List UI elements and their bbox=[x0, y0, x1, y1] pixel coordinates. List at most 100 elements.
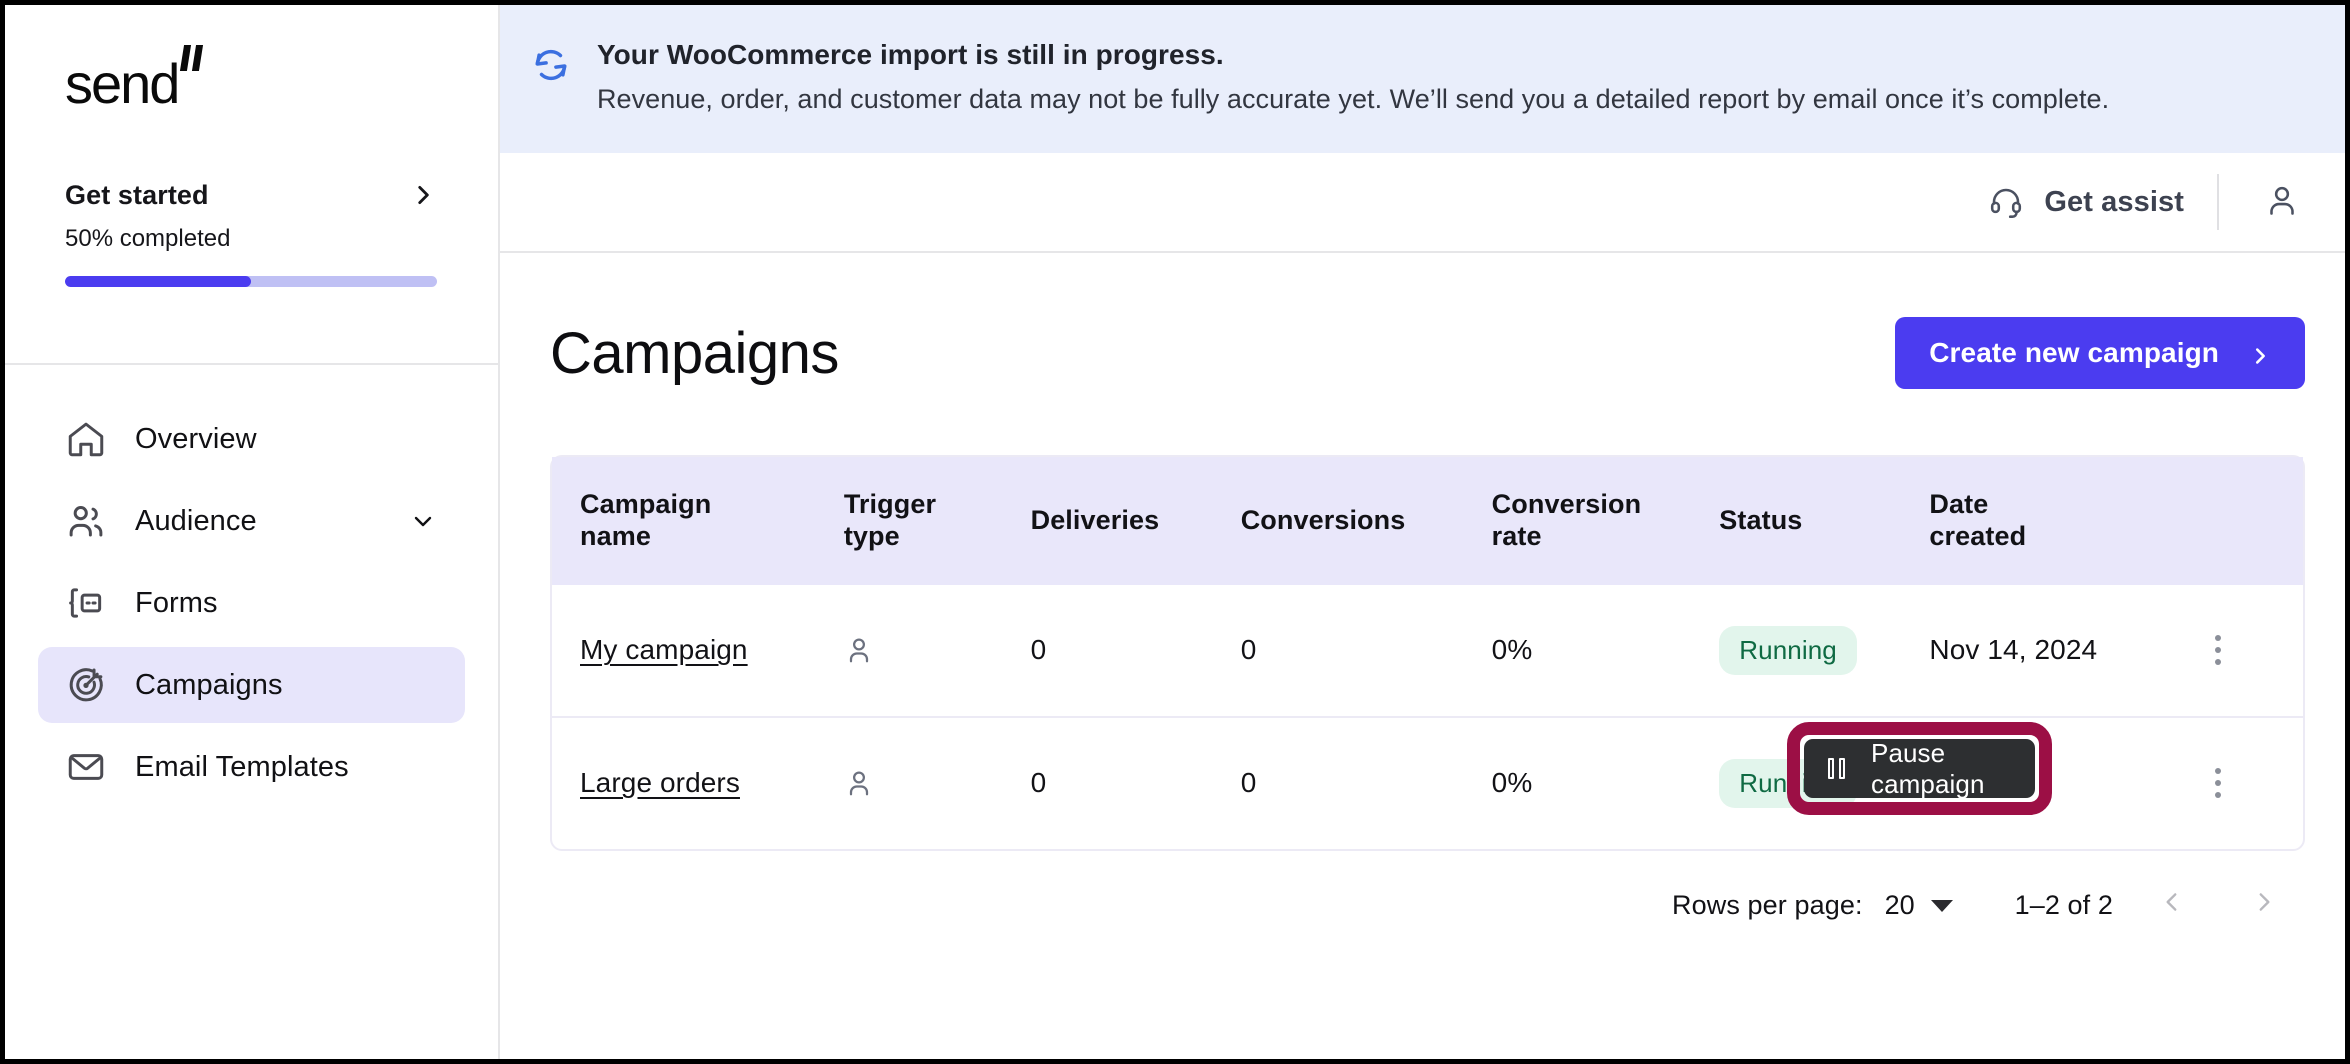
account-button[interactable] bbox=[2219, 182, 2345, 223]
cell-campaign-name: Large orders bbox=[552, 715, 844, 849]
campaigns-table-card: Campaign name Trigger type Deliveries Co… bbox=[550, 455, 2305, 851]
get-started-title: Get started bbox=[65, 180, 209, 210]
sidebar: send Get started 50% completed Overview bbox=[5, 5, 500, 1059]
chevron-right-icon bbox=[2249, 342, 2271, 364]
cell-actions bbox=[2197, 715, 2303, 849]
cell-conversion-rate: 0% bbox=[1491, 715, 1720, 849]
get-started-panel[interactable]: Get started 50% completed bbox=[5, 180, 498, 365]
headset-icon bbox=[1988, 184, 2024, 220]
column-header-line2: type bbox=[843, 520, 900, 551]
brand-logo[interactable]: send bbox=[5, 5, 498, 180]
column-header-line1: Campaign bbox=[580, 489, 712, 519]
page-content: Campaigns Create new campaign Campaign n… bbox=[500, 253, 2345, 1059]
envelope-icon bbox=[65, 746, 107, 788]
column-header-date-created: Date created bbox=[1929, 457, 2197, 585]
pause-campaign-button[interactable]: Pause campaign bbox=[1804, 737, 2035, 799]
cell-conversion-rate: 0% bbox=[1491, 634, 1533, 666]
campaign-name-link[interactable]: My campaign bbox=[580, 634, 748, 665]
sidebar-item-overview[interactable]: Overview bbox=[38, 401, 465, 477]
table-row: My campaign 0 0 0% Running Nov 14, 2024 bbox=[552, 585, 2303, 717]
sidebar-item-label: Overview bbox=[135, 422, 257, 455]
create-new-campaign-label: Create new campaign bbox=[1929, 337, 2219, 368]
brand-logo-marks-icon bbox=[180, 45, 204, 71]
app-window: send Get started 50% completed Overview bbox=[5, 5, 2345, 1059]
kebab-menu-icon[interactable] bbox=[2198, 630, 2238, 670]
column-header-line2: created bbox=[1929, 520, 2027, 551]
person-icon bbox=[844, 768, 874, 798]
column-header-conversions: Conversions bbox=[1241, 457, 1492, 585]
campaigns-table: Campaign name Trigger type Deliveries Co… bbox=[552, 457, 2303, 849]
chevron-left-icon bbox=[2159, 889, 2185, 922]
column-header-line2: rate bbox=[1491, 520, 1542, 551]
table-body: My campaign 0 0 0% Running Nov 14, 2024 … bbox=[552, 585, 2303, 849]
sidebar-item-label: Email Templates bbox=[135, 750, 349, 783]
page-header: Campaigns Create new campaign bbox=[550, 298, 2305, 408]
get-started-progress-bar bbox=[65, 276, 437, 287]
cell-campaign-name: My campaign bbox=[552, 585, 844, 717]
cell-deliveries: 0 bbox=[1030, 634, 1047, 666]
table-header: Campaign name Trigger type Deliveries Co… bbox=[552, 457, 2303, 585]
get-started-progress-text: 50% completed bbox=[65, 225, 231, 252]
cell-status: Running bbox=[1719, 585, 1929, 717]
person-icon bbox=[844, 635, 874, 665]
campaign-name-link[interactable]: Large orders bbox=[580, 767, 740, 798]
home-icon bbox=[65, 418, 107, 460]
get-assist-button[interactable]: Get assist bbox=[1988, 184, 2217, 220]
table-header-row: Campaign name Trigger type Deliveries Co… bbox=[552, 457, 2303, 585]
column-header-line1: Conversions bbox=[1240, 504, 1406, 535]
sync-icon bbox=[530, 44, 572, 86]
chevron-right-icon bbox=[410, 182, 436, 208]
sidebar-item-label: Forms bbox=[135, 586, 218, 619]
column-header-status: Status bbox=[1719, 457, 1929, 585]
column-header-actions bbox=[2198, 457, 2303, 585]
column-header-conversion-rate: Conversion rate bbox=[1492, 457, 1720, 585]
users-icon bbox=[65, 500, 107, 542]
chevron-down-icon[interactable] bbox=[411, 509, 435, 533]
target-icon bbox=[65, 664, 107, 706]
column-header-line1: Conversion bbox=[1491, 489, 1642, 519]
brand-logo-text: send bbox=[65, 52, 180, 115]
sidebar-item-forms[interactable]: Forms bbox=[38, 565, 465, 641]
get-assist-label: Get assist bbox=[2044, 185, 2184, 218]
import-status-banner: Your WooCommerce import is still in prog… bbox=[500, 5, 2345, 153]
sidebar-item-campaigns[interactable]: Campaigns bbox=[38, 647, 465, 723]
column-header-line1: Trigger bbox=[843, 489, 937, 519]
sidebar-item-email-templates[interactable]: Email Templates bbox=[38, 729, 465, 805]
main-area: Your WooCommerce import is still in prog… bbox=[500, 5, 2345, 1059]
table-row: Large orders 0 0 0% Running bbox=[552, 715, 2303, 849]
column-header-deliveries: Deliveries bbox=[1031, 457, 1241, 585]
column-header-line1: Deliveries bbox=[1030, 504, 1160, 535]
cell-trigger-type bbox=[844, 585, 1031, 717]
pagination-range: 1–2 of 2 bbox=[2014, 890, 2113, 921]
cell-date-created: Nov 14, 2024 bbox=[1929, 634, 2098, 666]
banner-headline: Your WooCommerce import is still in prog… bbox=[597, 39, 1224, 70]
sidebar-item-label: Campaigns bbox=[135, 668, 283, 701]
rows-per-page-value: 20 bbox=[1884, 890, 1915, 921]
cell-actions bbox=[2198, 585, 2303, 717]
cell-deliveries: 0 bbox=[1030, 715, 1241, 849]
form-icon bbox=[65, 582, 107, 624]
create-new-campaign-button[interactable]: Create new campaign bbox=[1895, 317, 2305, 389]
sidebar-item-audience[interactable]: Audience bbox=[38, 483, 465, 559]
previous-page-button[interactable] bbox=[2139, 873, 2205, 939]
top-bar: Get assist bbox=[500, 153, 2345, 253]
pause-campaign-label: Pause campaign bbox=[1871, 737, 1985, 799]
cell-conversions: 0 bbox=[1240, 634, 1257, 666]
pagination: Rows per page: 20 1–2 of 2 bbox=[550, 851, 2305, 961]
caret-down-icon bbox=[1930, 899, 1953, 912]
person-icon bbox=[2264, 182, 2300, 223]
chevron-right-icon bbox=[2251, 889, 2277, 922]
status-badge: Running bbox=[1719, 625, 1857, 675]
column-header-campaign-name: Campaign name bbox=[552, 457, 844, 585]
rows-per-page-select[interactable]: 20 bbox=[1885, 890, 1953, 921]
kebab-menu-icon[interactable] bbox=[2198, 763, 2238, 803]
column-header-trigger-type: Trigger type bbox=[844, 457, 1031, 585]
sidebar-item-label: Audience bbox=[135, 504, 257, 537]
column-header-line1: Status bbox=[1719, 504, 1803, 535]
sidebar-nav: Overview Audience Forms Campaigns Email … bbox=[5, 365, 498, 805]
column-header-line1: Date bbox=[1929, 489, 1989, 519]
page-title: Campaigns bbox=[550, 320, 839, 386]
next-page-button[interactable] bbox=[2231, 873, 2297, 939]
column-header-line2: name bbox=[580, 520, 651, 551]
pause-icon bbox=[1828, 758, 1845, 779]
